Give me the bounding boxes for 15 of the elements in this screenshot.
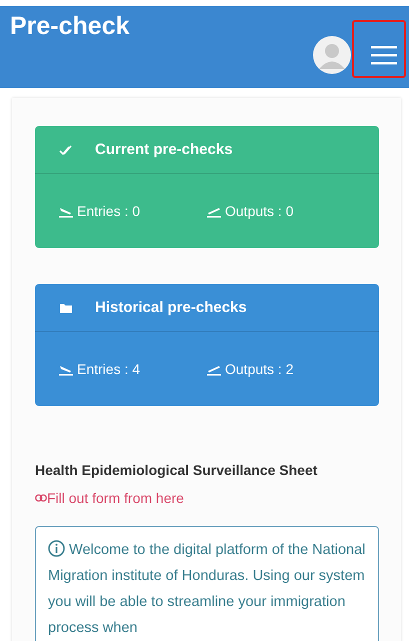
info-icon: [48, 540, 65, 557]
section-heading: Health Epidemiological Surveillance Sheet: [35, 462, 318, 478]
menu-icon: [371, 45, 397, 65]
stat-text: Outputs : 2: [225, 361, 294, 377]
link-icon: [35, 494, 47, 502]
annotation-box: [352, 20, 406, 78]
page-title: Pre-check: [10, 12, 130, 42]
avatar-icon: [313, 36, 351, 74]
stat-text: Outputs : 0: [225, 203, 294, 219]
card-title: Current pre-checks: [95, 141, 233, 158]
form-link[interactable]: Fill out form from here: [35, 490, 379, 506]
stat-text: Entries : 4: [77, 361, 140, 377]
info-text: Welcome to the digital platform of the National Migration institute of Honduras. Using our system you will be able to streamline your immigration process when: [48, 539, 366, 638]
stat-text: Entries : 0: [77, 203, 140, 219]
card-title: Historical pre-checks: [95, 299, 247, 316]
